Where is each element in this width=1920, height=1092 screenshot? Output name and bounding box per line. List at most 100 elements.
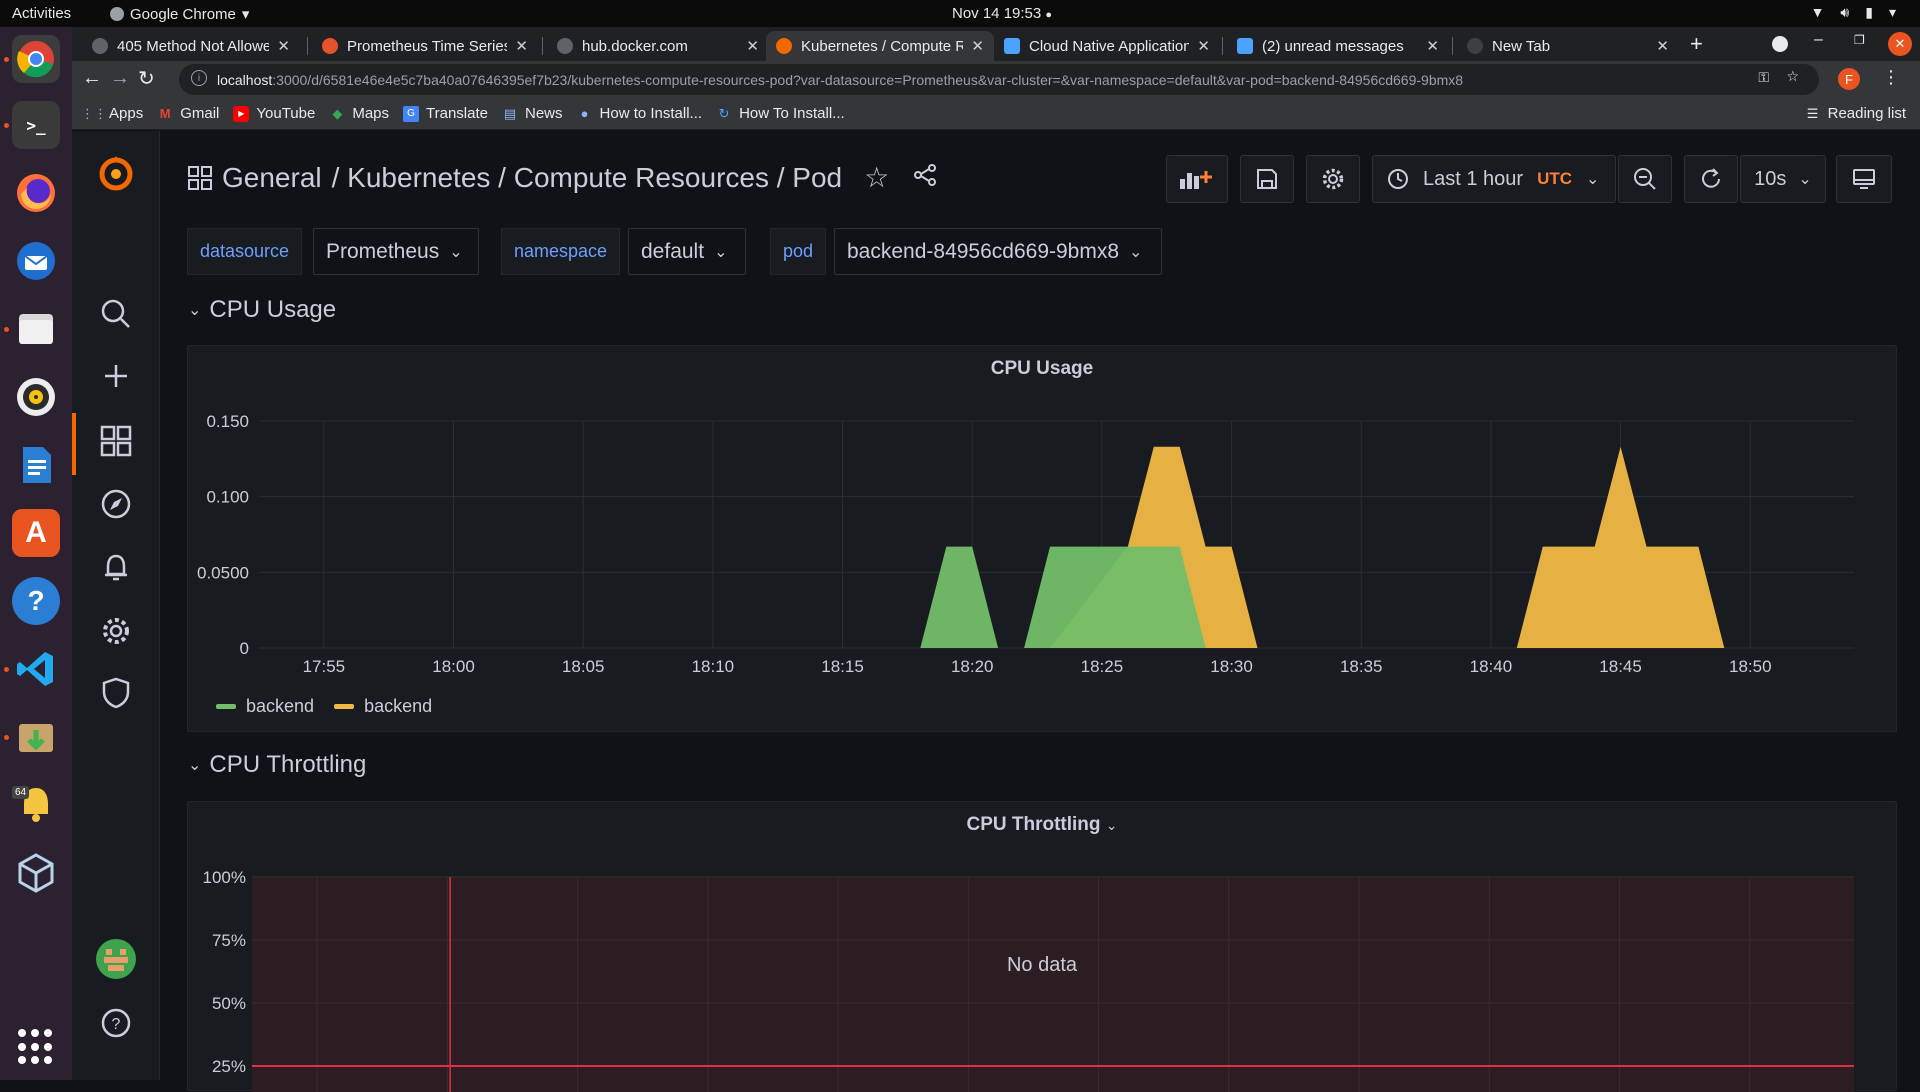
save-icon bbox=[1257, 169, 1277, 189]
star-icon[interactable]: ☆ bbox=[1786, 68, 1799, 85]
namespace-select[interactable]: default ⌄ bbox=[628, 228, 746, 275]
cpu-usage-chart[interactable]: 0 0.0500 0.100 0.150 17:55 18:00 18:05 18:10 18:… bbox=[188, 346, 1896, 686]
row-cpu-usage[interactable]: ⌄ CPU Usage bbox=[188, 296, 336, 324]
add-panel-button[interactable] bbox=[1166, 155, 1228, 203]
archive-dock-icon[interactable] bbox=[12, 713, 60, 761]
dashboard-settings-button[interactable] bbox=[1306, 155, 1360, 203]
y-tick-label: 0.100 bbox=[206, 488, 249, 507]
datasource-select[interactable]: Prometheus ⌄ bbox=[313, 228, 479, 275]
chrome-dock-icon[interactable] bbox=[12, 35, 60, 83]
legend-item-backend-green[interactable]: backend bbox=[216, 696, 314, 717]
help-dock-icon[interactable]: ? bbox=[12, 577, 60, 625]
row-cpu-throttling[interactable]: ⌄ CPU Throttling bbox=[188, 751, 366, 779]
firefox-dock-icon[interactable] bbox=[12, 169, 60, 217]
grafana-logo-icon[interactable] bbox=[96, 153, 136, 193]
writer-dock-icon[interactable] bbox=[12, 441, 60, 489]
x-tick-label: 18:50 bbox=[1729, 657, 1772, 676]
bookmark-news[interactable]: ▤ News bbox=[502, 105, 563, 122]
refresh-button[interactable] bbox=[1684, 155, 1738, 203]
address-bar[interactable]: i localhost:3000/d/6581e46e4e5c7ba40a076… bbox=[179, 64, 1819, 95]
browser-tab[interactable]: hub.docker.com ✕ bbox=[547, 31, 769, 61]
system-tray[interactable]: ▼ 🔊︎ ▮ ▾ bbox=[1811, 4, 1896, 21]
software-dock-icon[interactable]: A bbox=[12, 509, 60, 557]
add-panel-icon bbox=[1180, 171, 1212, 189]
share-icon[interactable] bbox=[913, 162, 937, 194]
thunderbird-dock-icon[interactable] bbox=[12, 237, 60, 285]
bookmark-how-to-install-2[interactable]: ↻ How To Install... bbox=[716, 105, 845, 122]
tab-search-icon[interactable] bbox=[1772, 36, 1788, 52]
help-icon[interactable]: ? bbox=[96, 1003, 136, 1043]
tv-mode-button[interactable] bbox=[1836, 155, 1892, 203]
close-tab-icon[interactable]: ✕ bbox=[746, 37, 759, 55]
close-tab-icon[interactable]: ✕ bbox=[277, 37, 290, 55]
legend-item-backend-yellow[interactable]: backend bbox=[334, 696, 432, 717]
chart-legend: backend backend bbox=[216, 696, 432, 717]
bookmark-maps[interactable]: ◆ Maps bbox=[329, 105, 389, 122]
close-tab-icon[interactable]: ✕ bbox=[1656, 37, 1669, 55]
alerting-bell-icon[interactable] bbox=[96, 548, 136, 588]
notification-count-badge: 64 bbox=[12, 786, 30, 799]
forward-icon[interactable]: → bbox=[110, 67, 130, 90]
x-tick-label: 18:00 bbox=[432, 657, 475, 676]
minimize-icon[interactable]: – bbox=[1814, 31, 1823, 49]
profile-avatar[interactable]: F bbox=[1838, 68, 1860, 90]
vscode-dock-icon[interactable] bbox=[12, 645, 60, 693]
zoom-out-icon bbox=[1634, 168, 1656, 190]
bookmark-how-to-install[interactable]: ● How to Install... bbox=[577, 105, 702, 122]
zoom-out-button[interactable] bbox=[1618, 155, 1672, 203]
refresh-icon bbox=[1702, 168, 1720, 188]
cpu-throttling-chart[interactable]: 100% 75% 50% 25% bbox=[188, 802, 1896, 1092]
reading-list-button[interactable]: ☰ Reading list bbox=[1805, 105, 1906, 122]
virtualbox-dock-icon[interactable] bbox=[12, 849, 60, 897]
explore-compass-icon[interactable] bbox=[96, 484, 136, 524]
x-tick-label: 18:40 bbox=[1470, 657, 1513, 676]
back-icon[interactable]: ← bbox=[82, 67, 102, 90]
save-dashboard-button[interactable] bbox=[1240, 155, 1294, 203]
menu-icon[interactable]: ⋮ bbox=[1882, 67, 1900, 88]
browser-tab-active[interactable]: Kubernetes / Compute Resources / Pod ✕ bbox=[766, 31, 994, 61]
page-title[interactable]: / Kubernetes / Compute Resources / Pod bbox=[332, 162, 843, 194]
new-tab-button[interactable]: + bbox=[1690, 31, 1703, 57]
bookmark-translate[interactable]: G Translate bbox=[403, 105, 488, 122]
close-tab-icon[interactable]: ✕ bbox=[1426, 37, 1439, 55]
browser-tab[interactable]: 405 Method Not Allowed ✕ bbox=[82, 31, 300, 61]
close-tab-icon[interactable]: ✕ bbox=[971, 37, 984, 55]
reload-icon[interactable]: ↻ bbox=[138, 66, 155, 91]
settings-gear-icon[interactable] bbox=[96, 611, 136, 651]
shield-icon[interactable] bbox=[96, 673, 136, 713]
key-icon[interactable]: ⚿ bbox=[1758, 69, 1769, 86]
x-tick-label: 18:15 bbox=[821, 657, 864, 676]
chrome-icon bbox=[110, 7, 124, 21]
browser-tab[interactable]: New Tab ✕ bbox=[1457, 31, 1679, 61]
browser-tab[interactable]: Prometheus Time Series ✕ bbox=[312, 31, 538, 61]
chevron-down-icon: ⌄ bbox=[188, 302, 202, 319]
bookmark-youtube[interactable]: ▶ YouTube bbox=[233, 105, 315, 122]
terminal-dock-icon[interactable]: >_ bbox=[12, 101, 60, 149]
clock[interactable]: Nov 14 19:53 ● bbox=[952, 5, 1052, 22]
search-icon[interactable] bbox=[96, 294, 136, 334]
breadcrumb-folder[interactable]: General bbox=[222, 162, 322, 194]
browser-tab[interactable]: Cloud Native Application ✕ bbox=[994, 31, 1220, 61]
time-picker-button[interactable]: Last 1 hour UTC ⌄ bbox=[1372, 155, 1616, 203]
rhythmbox-dock-icon[interactable] bbox=[12, 373, 60, 421]
bookmark-apps[interactable]: ⋮⋮ Apps bbox=[81, 105, 143, 122]
close-tab-icon[interactable]: ✕ bbox=[1197, 37, 1210, 55]
user-avatar[interactable] bbox=[96, 939, 136, 979]
files-dock-icon[interactable] bbox=[12, 305, 60, 353]
close-tab-icon[interactable]: ✕ bbox=[515, 37, 528, 55]
refresh-interval-picker[interactable]: 10s ⌄ bbox=[1740, 155, 1826, 203]
dashboards-icon[interactable] bbox=[96, 421, 136, 461]
bookmark-gmail[interactable]: M Gmail bbox=[157, 105, 220, 122]
app-menu[interactable]: Google Chrome ▾ bbox=[110, 5, 249, 23]
variable-label-datasource: datasource bbox=[187, 228, 303, 275]
close-window-icon[interactable]: ✕ bbox=[1888, 32, 1912, 56]
refresh-interval-value: 10s bbox=[1754, 167, 1787, 190]
pod-select[interactable]: backend-84956cd669-9bmx8 ⌄ bbox=[834, 228, 1162, 275]
plus-icon[interactable] bbox=[96, 356, 136, 396]
show-apps-icon[interactable] bbox=[18, 1029, 54, 1065]
activities-button[interactable]: Activities bbox=[12, 5, 71, 22]
star-icon[interactable]: ☆ bbox=[864, 161, 889, 194]
news-icon: ▤ bbox=[503, 105, 517, 121]
restore-icon[interactable]: ❐ bbox=[1854, 33, 1865, 47]
browser-tab[interactable]: (2) unread messages ✕ bbox=[1227, 31, 1449, 61]
